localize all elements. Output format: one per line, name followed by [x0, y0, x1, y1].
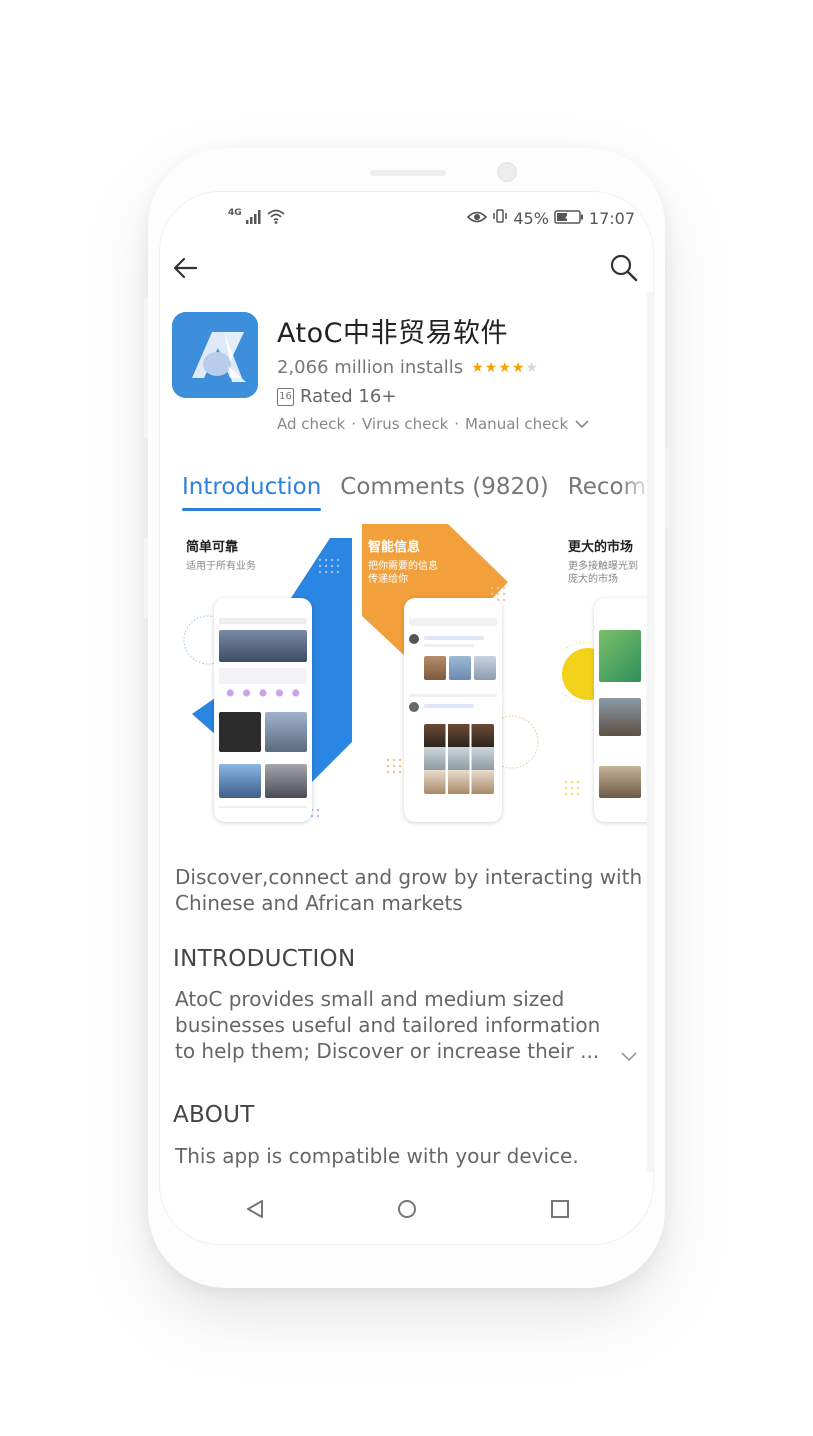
battery-icon — [554, 209, 584, 228]
search-icon[interactable] — [608, 252, 640, 284]
earpiece-speaker — [370, 170, 446, 176]
nav-home-icon[interactable] — [396, 1198, 418, 1224]
tab-bar: Introduction Comments (9820) Recomme — [182, 474, 653, 511]
back-arrow-icon[interactable] — [170, 252, 202, 284]
tab-introduction[interactable]: Introduction — [182, 474, 322, 511]
ad-check: Ad check — [277, 415, 346, 433]
power-button — [665, 448, 669, 528]
star-icon: ★ — [498, 359, 512, 376]
nav-back-icon[interactable] — [244, 1198, 266, 1224]
phone-frame: 4G 45% 17:07 AtoC中非贸易软件 2,066 million in… — [144, 148, 669, 1288]
app-description: Discover,connect and grow by interacting… — [175, 865, 643, 915]
screenshot-3[interactable]: 更大的市场 更多接触曝光到 庞大的市场 — [562, 524, 653, 836]
separator: · — [351, 415, 356, 433]
chevron-down-icon[interactable] — [620, 1048, 638, 1062]
screenshot-device — [594, 598, 653, 822]
nav-recents-icon[interactable] — [549, 1198, 571, 1224]
screenshot-carousel[interactable]: 简单可靠 适用于所有业务 智能信息 把你需要的信息 传递给你 更大的市场 更多接… — [180, 524, 653, 842]
screenshot-device — [404, 598, 502, 822]
clock: 17:07 — [588, 208, 635, 228]
side-button — [144, 538, 148, 618]
separator: · — [454, 415, 460, 433]
security-checks[interactable]: Ad check · Virus check · Manual check — [277, 415, 590, 433]
chevron-down-icon[interactable] — [574, 415, 590, 433]
virus-check: Virus check — [361, 415, 449, 433]
screenshot-subtitle: 把你需要的信息 传递给你 — [368, 561, 438, 585]
screenshot-1[interactable]: 简单可靠 适用于所有业务 — [180, 524, 360, 836]
signal-icon — [245, 209, 262, 228]
screenshot-subtitle: 更多接触曝光到 庞大的市场 — [568, 561, 638, 585]
star-icon: ★ — [511, 359, 526, 376]
screen: 4G 45% 17:07 AtoC中非贸易软件 2,066 million in… — [160, 192, 653, 1244]
app-title: AtoC中非贸易软件 — [277, 318, 508, 349]
installs-row: 2,066 million installs ★★★★★ — [277, 357, 539, 378]
install-count: 2,066 million installs — [277, 357, 464, 378]
star-empty-icon: ★ — [525, 359, 539, 376]
status-bar: 4G 45% 17:07 — [160, 200, 653, 234]
age-rating-row: 16 Rated 16+ — [277, 386, 396, 407]
star-icon: ★ — [484, 359, 499, 376]
star-icon: ★ — [471, 359, 485, 376]
app-icon — [172, 312, 258, 398]
manual-check: Manual check — [465, 415, 569, 433]
navigation-bar — [160, 1182, 653, 1232]
tab-comments[interactable]: Comments (9820) — [340, 474, 548, 500]
vibrate-icon — [492, 208, 508, 228]
about-heading: ABOUT — [173, 1102, 255, 1128]
scrollbar[interactable] — [647, 292, 653, 1172]
screenshot-heading: 智能信息 — [368, 540, 421, 555]
rating-stars: ★★★★★ — [471, 360, 539, 376]
battery-percent: 45% — [513, 208, 549, 228]
screenshot-subtitle: 适用于所有业务 — [186, 561, 256, 572]
screenshot-heading: 简单可靠 — [186, 540, 239, 555]
compatibility-text: This app is compatible with your device. — [175, 1144, 579, 1168]
front-camera — [497, 162, 517, 182]
introduction-text: AtoC provides small and medium sized bus… — [175, 987, 601, 1063]
screenshot-device — [214, 598, 312, 822]
age-rating: Rated 16+ — [300, 386, 397, 407]
wifi-icon — [266, 208, 286, 228]
introduction-heading: INTRODUCTION — [173, 946, 356, 972]
network-label: 4G — [228, 208, 242, 218]
eye-comfort-icon — [467, 209, 488, 228]
age-rating-badge-icon: 16 — [277, 387, 294, 406]
screenshot-2[interactable]: 智能信息 把你需要的信息 传递给你 — [362, 524, 542, 836]
volume-button — [144, 298, 148, 438]
screenshot-heading: 更大的市场 — [568, 540, 634, 555]
